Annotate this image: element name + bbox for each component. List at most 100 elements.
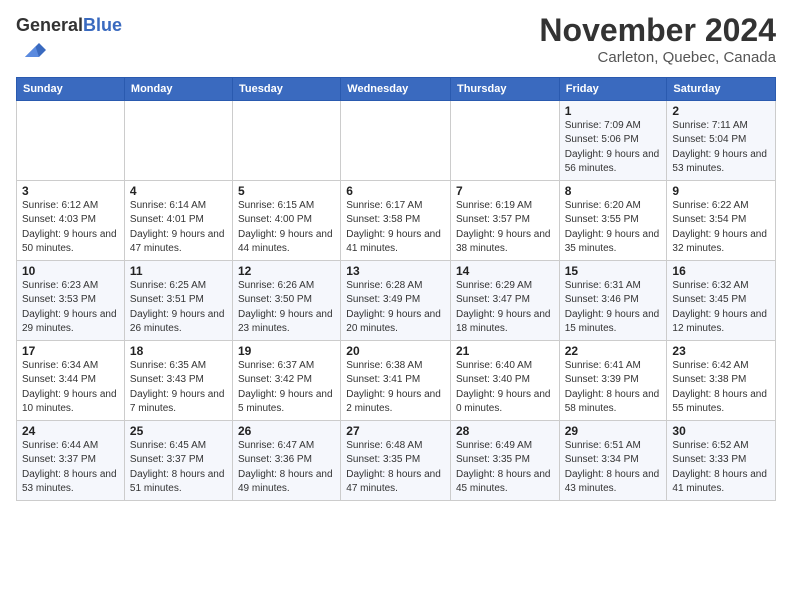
day-cell: 20Sunrise: 6:38 AMSunset: 3:41 PMDayligh… (341, 340, 451, 420)
day-cell: 21Sunrise: 6:40 AMSunset: 3:40 PMDayligh… (450, 340, 559, 420)
week-row-4: 17Sunrise: 6:34 AMSunset: 3:44 PMDayligh… (17, 340, 776, 420)
day-detail: Sunrise: 6:14 AMSunset: 4:01 PMDaylight:… (130, 199, 227, 257)
day-cell: 27Sunrise: 6:48 AMSunset: 3:35 PMDayligh… (341, 420, 451, 500)
col-header-monday: Monday (124, 77, 232, 100)
col-header-friday: Friday (559, 77, 667, 100)
day-detail: Sunrise: 6:17 AMSunset: 3:58 PMDaylight:… (346, 199, 445, 257)
day-cell: 4Sunrise: 6:14 AMSunset: 4:01 PMDaylight… (124, 180, 232, 260)
day-cell (233, 100, 341, 180)
day-cell: 8Sunrise: 6:20 AMSunset: 3:55 PMDaylight… (559, 180, 667, 260)
day-detail: Sunrise: 6:20 AMSunset: 3:55 PMDaylight:… (565, 199, 662, 257)
day-number: 27 (346, 424, 445, 438)
day-number: 17 (22, 344, 119, 358)
day-number: 9 (672, 184, 770, 198)
day-number: 22 (565, 344, 662, 358)
day-cell: 16Sunrise: 6:32 AMSunset: 3:45 PMDayligh… (667, 260, 776, 340)
day-detail: Sunrise: 6:40 AMSunset: 3:40 PMDaylight:… (456, 359, 554, 417)
week-row-3: 10Sunrise: 6:23 AMSunset: 3:53 PMDayligh… (17, 260, 776, 340)
day-cell: 24Sunrise: 6:44 AMSunset: 3:37 PMDayligh… (17, 420, 125, 500)
day-number: 14 (456, 264, 554, 278)
day-detail: Sunrise: 6:28 AMSunset: 3:49 PMDaylight:… (346, 279, 445, 337)
day-number: 12 (238, 264, 335, 278)
day-cell: 15Sunrise: 6:31 AMSunset: 3:46 PMDayligh… (559, 260, 667, 340)
col-header-saturday: Saturday (667, 77, 776, 100)
day-detail: Sunrise: 6:42 AMSunset: 3:38 PMDaylight:… (672, 359, 770, 417)
calendar-table: SundayMondayTuesdayWednesdayThursdayFrid… (16, 77, 776, 501)
logo-icon (18, 36, 46, 64)
day-cell (450, 100, 559, 180)
day-detail: Sunrise: 6:45 AMSunset: 3:37 PMDaylight:… (130, 439, 227, 497)
col-header-wednesday: Wednesday (341, 77, 451, 100)
day-cell (17, 100, 125, 180)
day-cell: 17Sunrise: 6:34 AMSunset: 3:44 PMDayligh… (17, 340, 125, 420)
day-number: 29 (565, 424, 662, 438)
day-cell: 11Sunrise: 6:25 AMSunset: 3:51 PMDayligh… (124, 260, 232, 340)
day-number: 24 (22, 424, 119, 438)
day-cell (341, 100, 451, 180)
day-cell: 18Sunrise: 6:35 AMSunset: 3:43 PMDayligh… (124, 340, 232, 420)
day-detail: Sunrise: 6:19 AMSunset: 3:57 PMDaylight:… (456, 199, 554, 257)
day-number: 26 (238, 424, 335, 438)
col-header-tuesday: Tuesday (233, 77, 341, 100)
day-detail: Sunrise: 6:47 AMSunset: 3:36 PMDaylight:… (238, 439, 335, 497)
day-number: 2 (672, 104, 770, 118)
day-number: 11 (130, 264, 227, 278)
day-cell: 22Sunrise: 6:41 AMSunset: 3:39 PMDayligh… (559, 340, 667, 420)
day-number: 25 (130, 424, 227, 438)
day-number: 7 (456, 184, 554, 198)
day-detail: Sunrise: 6:29 AMSunset: 3:47 PMDaylight:… (456, 279, 554, 337)
logo-text: GeneralBlue (16, 16, 122, 36)
day-detail: Sunrise: 6:32 AMSunset: 3:45 PMDaylight:… (672, 279, 770, 337)
col-header-thursday: Thursday (450, 77, 559, 100)
header-row: SundayMondayTuesdayWednesdayThursdayFrid… (17, 77, 776, 100)
day-detail: Sunrise: 6:23 AMSunset: 3:53 PMDaylight:… (22, 279, 119, 337)
day-detail: Sunrise: 7:11 AMSunset: 5:04 PMDaylight:… (672, 119, 770, 177)
day-cell: 13Sunrise: 6:28 AMSunset: 3:49 PMDayligh… (341, 260, 451, 340)
logo-blue: Blue (83, 15, 122, 35)
day-cell: 10Sunrise: 6:23 AMSunset: 3:53 PMDayligh… (17, 260, 125, 340)
day-number: 5 (238, 184, 335, 198)
day-number: 30 (672, 424, 770, 438)
day-number: 21 (456, 344, 554, 358)
day-detail: Sunrise: 6:12 AMSunset: 4:03 PMDaylight:… (22, 199, 119, 257)
day-detail: Sunrise: 6:34 AMSunset: 3:44 PMDaylight:… (22, 359, 119, 417)
day-number: 10 (22, 264, 119, 278)
day-detail: Sunrise: 6:41 AMSunset: 3:39 PMDaylight:… (565, 359, 662, 417)
day-number: 4 (130, 184, 227, 198)
logo-general: General (16, 15, 83, 35)
day-cell: 6Sunrise: 6:17 AMSunset: 3:58 PMDaylight… (341, 180, 451, 260)
day-number: 13 (346, 264, 445, 278)
day-number: 1 (565, 104, 662, 118)
week-row-2: 3Sunrise: 6:12 AMSunset: 4:03 PMDaylight… (17, 180, 776, 260)
day-cell: 19Sunrise: 6:37 AMSunset: 3:42 PMDayligh… (233, 340, 341, 420)
day-cell: 2Sunrise: 7:11 AMSunset: 5:04 PMDaylight… (667, 100, 776, 180)
week-row-1: 1Sunrise: 7:09 AMSunset: 5:06 PMDaylight… (17, 100, 776, 180)
header: GeneralBlue November 2024 Carleton, Queb… (16, 12, 776, 69)
day-cell: 28Sunrise: 6:49 AMSunset: 3:35 PMDayligh… (450, 420, 559, 500)
day-detail: Sunrise: 6:52 AMSunset: 3:33 PMDaylight:… (672, 439, 770, 497)
page: GeneralBlue November 2024 Carleton, Queb… (0, 0, 792, 612)
week-row-5: 24Sunrise: 6:44 AMSunset: 3:37 PMDayligh… (17, 420, 776, 500)
day-number: 15 (565, 264, 662, 278)
day-cell: 26Sunrise: 6:47 AMSunset: 3:36 PMDayligh… (233, 420, 341, 500)
day-detail: Sunrise: 6:38 AMSunset: 3:41 PMDaylight:… (346, 359, 445, 417)
day-detail: Sunrise: 6:35 AMSunset: 3:43 PMDaylight:… (130, 359, 227, 417)
day-cell: 5Sunrise: 6:15 AMSunset: 4:00 PMDaylight… (233, 180, 341, 260)
day-number: 19 (238, 344, 335, 358)
day-cell: 9Sunrise: 6:22 AMSunset: 3:54 PMDaylight… (667, 180, 776, 260)
title-area: November 2024 Carleton, Quebec, Canada (539, 12, 776, 66)
day-detail: Sunrise: 6:31 AMSunset: 3:46 PMDaylight:… (565, 279, 662, 337)
day-number: 6 (346, 184, 445, 198)
day-cell: 7Sunrise: 6:19 AMSunset: 3:57 PMDaylight… (450, 180, 559, 260)
day-cell: 1Sunrise: 7:09 AMSunset: 5:06 PMDaylight… (559, 100, 667, 180)
day-cell: 3Sunrise: 6:12 AMSunset: 4:03 PMDaylight… (17, 180, 125, 260)
day-number: 23 (672, 344, 770, 358)
col-header-sunday: Sunday (17, 77, 125, 100)
logo: GeneralBlue (16, 16, 122, 69)
day-cell: 12Sunrise: 6:26 AMSunset: 3:50 PMDayligh… (233, 260, 341, 340)
day-number: 18 (130, 344, 227, 358)
main-title: November 2024 (539, 12, 776, 49)
day-detail: Sunrise: 6:44 AMSunset: 3:37 PMDaylight:… (22, 439, 119, 497)
day-number: 20 (346, 344, 445, 358)
day-detail: Sunrise: 6:37 AMSunset: 3:42 PMDaylight:… (238, 359, 335, 417)
